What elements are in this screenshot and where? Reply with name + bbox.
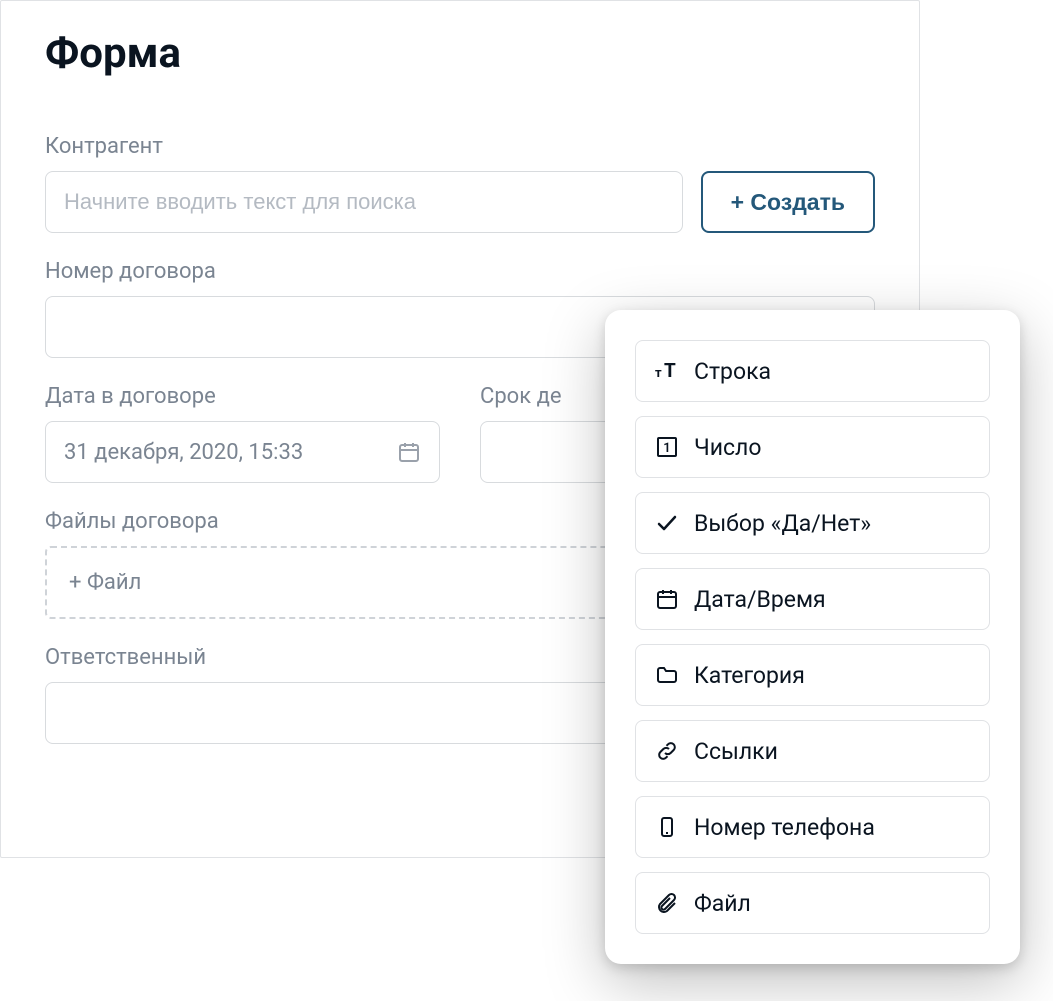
field-type-label: Выбор «Да/Нет» <box>694 510 871 537</box>
field-type-label: Число <box>694 434 761 461</box>
calendar-icon <box>654 586 680 612</box>
field-type-label: Номер телефона <box>694 814 875 841</box>
field-type-label: Ссылки <box>694 738 778 765</box>
contract-date-value: 31 декабря, 2020, 15:33 <box>64 440 303 465</box>
svg-text:Т: Т <box>664 361 676 381</box>
contract-date-label: Дата в договоре <box>45 384 440 409</box>
calendar-icon <box>397 440 421 464</box>
contractor-label: Контрагент <box>45 134 875 159</box>
field-type-label: Строка <box>694 358 771 385</box>
phone-icon <box>654 814 680 840</box>
link-icon <box>654 738 680 764</box>
contract-number-label: Номер договора <box>45 259 875 284</box>
folder-icon <box>654 662 680 688</box>
field-type-category[interactable]: Категория <box>635 644 990 706</box>
text-size-icon: тТ <box>654 358 680 384</box>
field-type-popup: тТ Строка 1 Число Выбор «Да/Нет» Дата/Вр… <box>605 310 1020 964</box>
contractor-field-row: Контрагент + Создать <box>45 134 875 233</box>
attachment-icon <box>654 890 680 916</box>
create-button[interactable]: + Создать <box>701 171 875 233</box>
svg-text:т: т <box>655 366 662 381</box>
field-type-string[interactable]: тТ Строка <box>635 340 990 402</box>
contractor-input[interactable] <box>45 171 683 233</box>
field-type-file[interactable]: Файл <box>635 872 990 934</box>
form-title: Форма <box>45 29 875 78</box>
field-type-links[interactable]: Ссылки <box>635 720 990 782</box>
svg-text:1: 1 <box>663 441 670 456</box>
field-type-datetime[interactable]: Дата/Время <box>635 568 990 630</box>
number-icon: 1 <box>654 434 680 460</box>
field-type-phone[interactable]: Номер телефона <box>635 796 990 858</box>
field-type-label: Категория <box>694 662 805 689</box>
field-type-yesno[interactable]: Выбор «Да/Нет» <box>635 492 990 554</box>
field-type-number[interactable]: 1 Число <box>635 416 990 478</box>
contract-date-input[interactable]: 31 декабря, 2020, 15:33 <box>45 421 440 483</box>
check-icon <box>654 510 680 536</box>
field-type-label: Дата/Время <box>694 586 826 613</box>
field-type-label: Файл <box>694 890 751 917</box>
